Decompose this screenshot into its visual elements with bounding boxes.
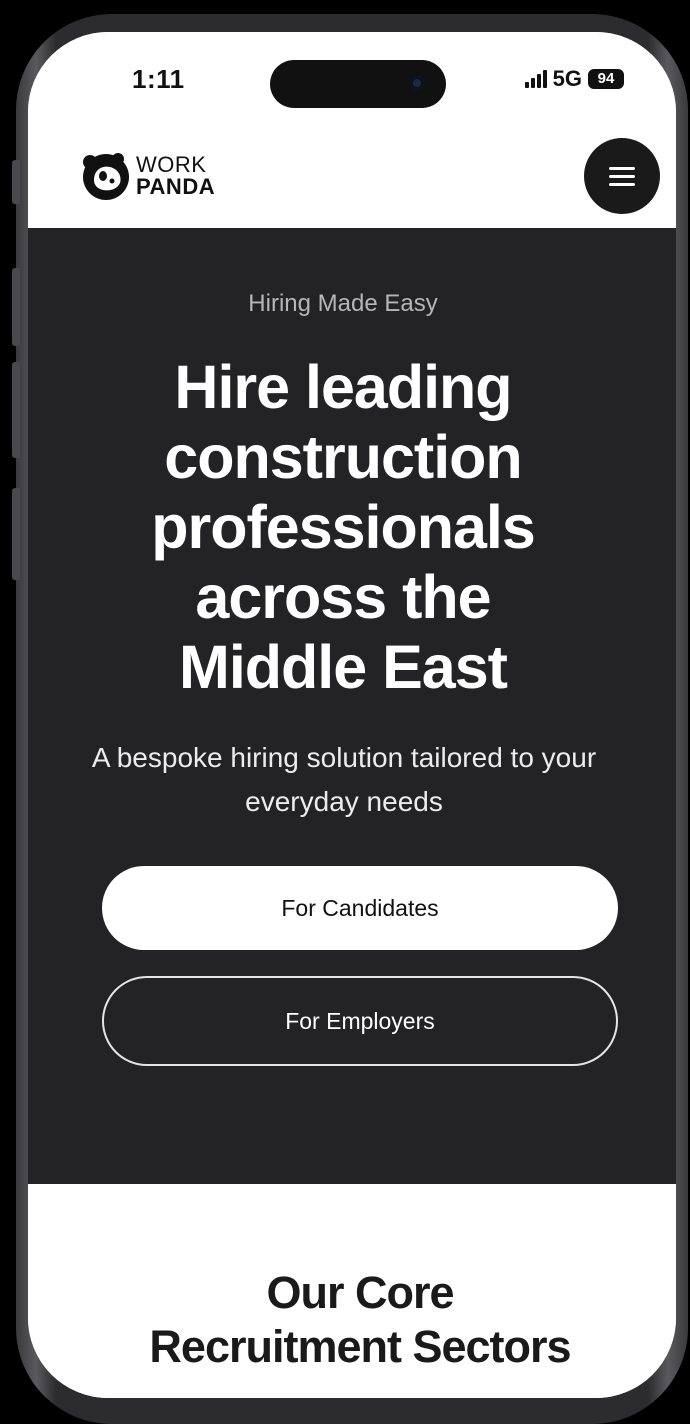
panda-logo-icon xyxy=(83,153,129,200)
logo-line-work: WORK xyxy=(136,152,207,177)
status-indicators: 5G 94 xyxy=(524,66,624,92)
menu-button[interactable] xyxy=(584,138,660,214)
hero-title: Hire leading construction professionals … xyxy=(151,353,536,701)
volume-down-button xyxy=(12,362,20,458)
logo-line-panda: PANDA xyxy=(136,174,216,199)
site-header: WORK PANDA xyxy=(28,128,676,232)
action-button xyxy=(12,160,20,204)
hamburger-menu-icon xyxy=(609,166,635,170)
core-sectors-section: Our Core Recruitment Sectors xyxy=(28,1184,676,1398)
hero-section: Hiring Made Easy Hire leading constructi… xyxy=(28,228,676,1184)
hero-eyebrow: Hiring Made Easy xyxy=(248,290,438,317)
hamburger-menu-icon-line xyxy=(609,182,635,186)
for-employers-button[interactable]: For Employers xyxy=(102,976,618,1066)
status-time: 1:11 xyxy=(132,64,185,94)
front-camera-icon xyxy=(410,76,424,90)
side-button xyxy=(12,488,20,580)
for-candidates-button[interactable]: For Candidates xyxy=(102,866,618,950)
volume-up-button xyxy=(12,268,20,346)
hamburger-menu-icon-line xyxy=(609,174,635,178)
logo[interactable]: WORK PANDA xyxy=(80,150,215,202)
status-bar: 1:11 5G 94 xyxy=(28,32,676,128)
phone-screen: 1:11 5G 94 WORK PANDA Hiring Made Easy H… xyxy=(28,32,676,1398)
logo-wordmark: WORK PANDA xyxy=(136,154,215,198)
sectors-title: Our Core Recruitment Sectors xyxy=(149,1267,571,1372)
dynamic-island xyxy=(270,60,446,108)
battery-icon: 94 xyxy=(588,69,624,89)
hero-subtitle: A bespoke hiring solution tailored to yo… xyxy=(91,742,597,817)
signal-bars-icon xyxy=(524,70,547,88)
network-type: 5G xyxy=(552,66,582,91)
